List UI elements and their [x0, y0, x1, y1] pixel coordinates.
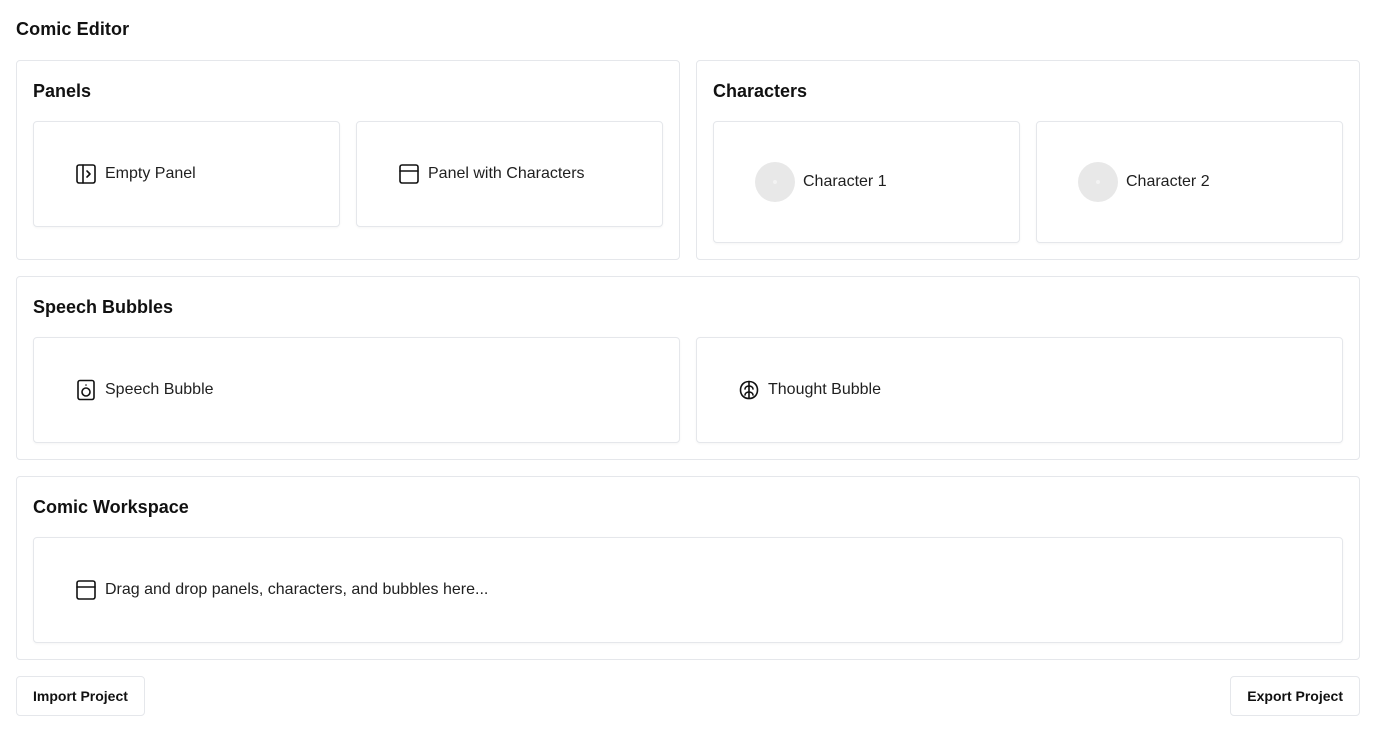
comic-workspace-title: Comic Workspace	[33, 497, 189, 517]
comic-workspace-section: Comic Workspace Drag and drop panels, ch…	[16, 476, 1360, 660]
speech-bubbles-section-title: Speech Bubbles	[33, 297, 174, 317]
character-2-card[interactable]: Character 2	[1036, 121, 1343, 243]
brain-icon	[738, 379, 760, 401]
character-1-avatar	[755, 162, 795, 202]
panel-layout-icon	[75, 579, 97, 601]
panel-with-characters-card[interactable]: Panel with Characters	[356, 121, 663, 227]
app-title: Comic Editor	[16, 19, 130, 39]
panel-right-arrow-icon	[75, 163, 97, 185]
speech-bubbles-section: Speech Bubbles Speech Bubble Thought Bub…	[16, 276, 1360, 460]
empty-panel-card[interactable]: Empty Panel	[33, 121, 340, 227]
character-1-label: Character 1	[803, 173, 887, 190]
thought-bubble-card[interactable]: Thought Bubble	[696, 337, 1343, 443]
characters-section: Characters Character 1 Character 2	[696, 60, 1360, 260]
panel-with-characters-label: Panel with Characters	[428, 165, 585, 182]
export-project-button[interactable]: Export Project	[1230, 676, 1360, 716]
character-1-card[interactable]: Character 1	[713, 121, 1020, 243]
workspace-drop-zone[interactable]: Drag and drop panels, characters, and bu…	[33, 537, 1343, 643]
character-2-label: Character 2	[1126, 173, 1210, 190]
thought-bubble-label: Thought Bubble	[768, 381, 881, 398]
empty-panel-label: Empty Panel	[105, 165, 196, 182]
character-2-avatar	[1078, 162, 1118, 202]
speech-bubble-label: Speech Bubble	[105, 381, 214, 398]
characters-section-title: Characters	[713, 81, 808, 101]
speech-bubble-card[interactable]: Speech Bubble	[33, 337, 680, 443]
panels-section: Panels Empty Panel Panel with Characters	[16, 60, 680, 260]
speaker-icon	[75, 379, 97, 401]
panel-layout-icon	[398, 163, 420, 185]
workspace-placeholder: Drag and drop panels, characters, and bu…	[105, 581, 489, 598]
import-project-button[interactable]: Import Project	[16, 676, 145, 716]
panels-section-title: Panels	[33, 81, 92, 101]
